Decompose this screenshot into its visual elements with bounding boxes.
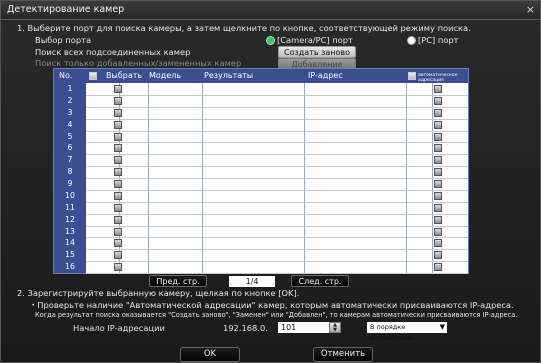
- row-auto-addressing-checkbox[interactable]: [434, 168, 442, 177]
- dialog-title: Детектирование камер: [7, 4, 125, 15]
- row-select-checkbox[interactable]: [114, 168, 122, 177]
- table-row-number: 12: [65, 214, 75, 224]
- prev-page-button[interactable]: Пред. стр.: [149, 275, 207, 287]
- ip-prefix: 192.168.0.: [223, 323, 268, 333]
- row-select-checkbox[interactable]: [114, 263, 122, 272]
- row-auto-addressing-checkbox[interactable]: [434, 132, 442, 141]
- row-select-checkbox[interactable]: [114, 144, 122, 153]
- col-results: Результаты: [204, 71, 254, 80]
- row-auto-addressing-checkbox[interactable]: [434, 120, 442, 129]
- table-row-number: 15: [65, 250, 75, 260]
- table-row-number: 6: [67, 143, 73, 153]
- row-auto-addressing-checkbox[interactable]: [434, 215, 442, 224]
- table-row-number: 10: [65, 190, 75, 200]
- table-row-number: 14: [65, 238, 75, 248]
- row-auto-addressing-checkbox[interactable]: [434, 263, 442, 272]
- table-row-number: 2: [67, 95, 73, 105]
- table-row-number: 5: [67, 131, 73, 141]
- port-label: Выбор порта: [35, 35, 92, 45]
- port-pc-label[interactable]: [PC] порт: [418, 35, 459, 45]
- row-select-checkbox[interactable]: [114, 132, 122, 141]
- create-new-button[interactable]: Создать заново: [278, 46, 356, 58]
- row-auto-addressing-checkbox[interactable]: [434, 251, 442, 260]
- select-all-checkbox[interactable]: [89, 72, 97, 80]
- step1-instruction: 1. Выберите порт для поиска камеры, а за…: [17, 23, 471, 33]
- table-row-number: 8: [67, 167, 73, 177]
- auto-addressing-note: ・Проверьте наличие "Автоматической адрес…: [29, 300, 514, 310]
- search-all-label: Поиск всех подсоединенных камер: [35, 47, 191, 57]
- table-row-number: 7: [67, 155, 73, 165]
- next-page-button[interactable]: След. стр.: [291, 275, 349, 287]
- table-row-number: 1: [67, 84, 73, 93]
- row-auto-addressing-checkbox[interactable]: [434, 96, 442, 105]
- order-select-value: В порядке возрастания: [370, 323, 414, 342]
- camera-detection-dialog: Детектирование камер × 1. Выберите порт …: [0, 0, 541, 363]
- row-select-checkbox[interactable]: [114, 239, 122, 248]
- ok-button[interactable]: OK: [180, 347, 240, 362]
- order-select[interactable]: В порядке возрастания ▼: [367, 322, 447, 342]
- close-icon[interactable]: ×: [526, 3, 535, 16]
- row-select-checkbox[interactable]: [114, 96, 122, 105]
- auto-addressing-detail: Когда результат поиска оказывается "Созд…: [35, 311, 518, 319]
- cancel-button[interactable]: Отменить: [313, 347, 373, 362]
- row-select-checkbox[interactable]: [114, 215, 122, 224]
- table-row-number: 11: [65, 202, 75, 212]
- row-auto-addressing-checkbox[interactable]: [434, 239, 442, 248]
- ip-start-label: Начало IP-адресации: [73, 323, 165, 333]
- table-row-number: 4: [67, 119, 73, 129]
- port-camera-pc-radio[interactable]: [266, 36, 275, 45]
- table-row-number: 9: [67, 179, 73, 188]
- table-row-number: 13: [65, 226, 75, 236]
- col-auto-addressing: автоматическое адресация: [418, 73, 458, 83]
- row-select-checkbox[interactable]: [114, 251, 122, 260]
- row-select-checkbox[interactable]: [114, 108, 122, 117]
- table-header: No. Выбрать Модель Результаты IP-адрес а…: [54, 69, 468, 83]
- row-auto-addressing-checkbox[interactable]: [434, 85, 442, 93]
- row-auto-addressing-checkbox[interactable]: [434, 203, 442, 212]
- col-ip: IP-адрес: [308, 71, 343, 80]
- table-row-number: 3: [67, 107, 73, 117]
- row-auto-addressing-checkbox[interactable]: [434, 180, 442, 188]
- col-select: Выбрать: [106, 71, 143, 80]
- row-select-checkbox[interactable]: [114, 85, 122, 93]
- title-bar: Детектирование камер ×: [1, 1, 540, 20]
- row-select-checkbox[interactable]: [114, 180, 122, 188]
- port-camera-pc-label[interactable]: [Camera/PC] порт: [277, 35, 353, 45]
- row-select-checkbox[interactable]: [114, 203, 122, 212]
- page-indicator: 1/4: [229, 276, 275, 287]
- ip-spinner[interactable]: ▲ ▼: [329, 322, 341, 333]
- row-auto-addressing-checkbox[interactable]: [434, 191, 442, 200]
- dropdown-arrow-icon: ▼: [439, 323, 445, 331]
- row-select-checkbox[interactable]: [114, 191, 122, 200]
- row-auto-addressing-checkbox[interactable]: [434, 144, 442, 153]
- port-pc-radio[interactable]: [407, 36, 416, 45]
- camera-table: No. Выбрать Модель Результаты IP-адрес а…: [53, 68, 469, 274]
- row-auto-addressing-checkbox[interactable]: [434, 227, 442, 236]
- row-select-checkbox[interactable]: [114, 120, 122, 129]
- auto-addressing-all-checkbox[interactable]: [408, 72, 416, 80]
- col-model: Модель: [149, 71, 182, 80]
- step2-instruction: 2. Зарегистрируйте выбранную камеру, щел…: [17, 288, 300, 298]
- table-row-number: 16: [65, 262, 75, 272]
- ip-start-input[interactable]: 101: [278, 322, 334, 333]
- row-select-checkbox[interactable]: [114, 227, 122, 236]
- row-auto-addressing-checkbox[interactable]: [434, 108, 442, 117]
- search-added-label: Поиск только добавленных/замененных каме…: [35, 58, 242, 68]
- col-no: No.: [59, 71, 73, 80]
- row-select-checkbox[interactable]: [114, 156, 122, 165]
- row-auto-addressing-checkbox[interactable]: [434, 156, 442, 165]
